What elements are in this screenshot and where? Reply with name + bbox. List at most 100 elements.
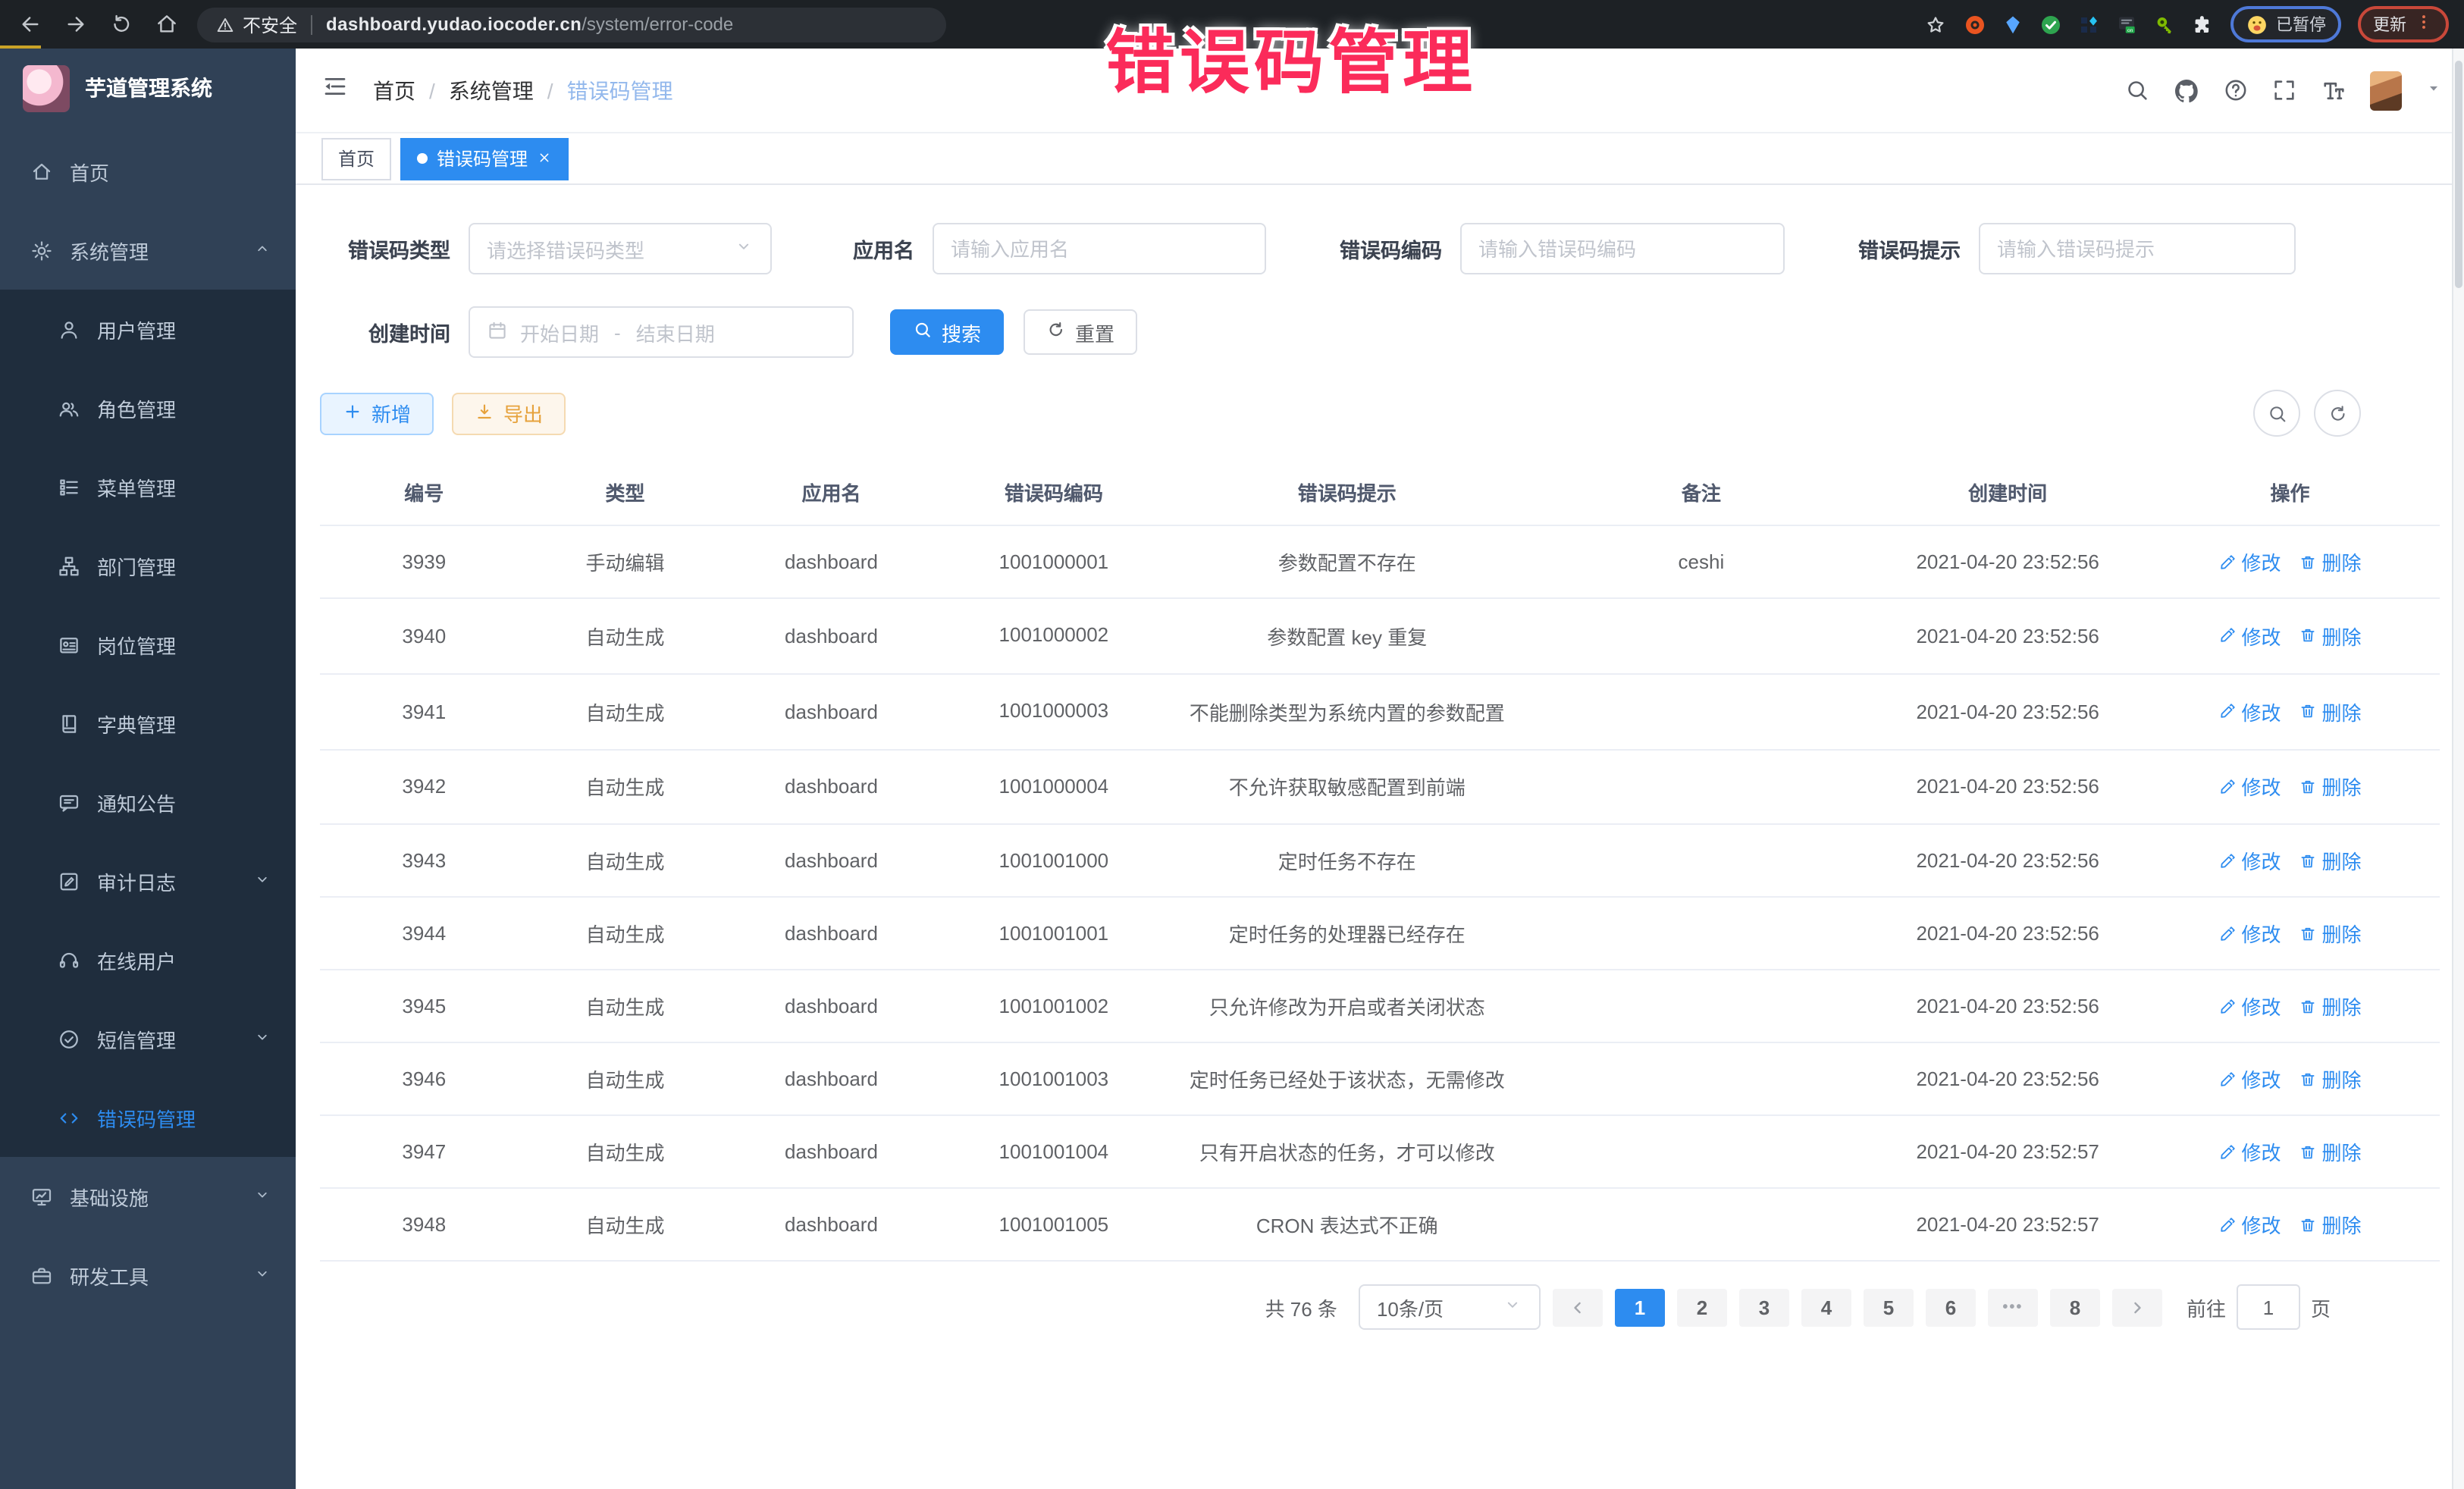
delete-link[interactable]: 删除 <box>2299 773 2361 801</box>
pencil-icon <box>2218 553 2237 571</box>
sidebar-item-dict[interactable]: 字典管理 <box>0 684 296 763</box>
page-button-2[interactable]: 2 <box>1677 1289 1727 1327</box>
github-icon[interactable] <box>2173 77 2200 104</box>
delete-link[interactable]: 删除 <box>2299 920 2361 948</box>
edit-link[interactable]: 修改 <box>2218 920 2281 948</box>
add-button[interactable]: 新增 <box>320 392 434 434</box>
reset-button[interactable]: 重置 <box>1024 309 1137 355</box>
sidebar-item-audit-log[interactable]: 审计日志 <box>0 842 296 920</box>
page-size-select[interactable]: 10条/页 <box>1359 1285 1541 1331</box>
error-code-input[interactable] <box>1460 223 1785 274</box>
edit-link[interactable]: 修改 <box>2218 1211 2281 1240</box>
edit-link[interactable]: 修改 <box>2218 1065 2281 1094</box>
key-ext-icon[interactable] <box>2153 13 2176 36</box>
edit-link[interactable]: 修改 <box>2218 847 2281 876</box>
show-search-button[interactable] <box>2253 390 2300 437</box>
kebab-icon[interactable] <box>2414 12 2434 32</box>
delete-link[interactable]: 删除 <box>2299 1138 2361 1167</box>
fullscreen-icon[interactable] <box>2271 77 2297 103</box>
browser-chrome: 不安全 dashboard.yudao.iocoder.cn/system/er… <box>0 0 2464 49</box>
sidebar-item-notice[interactable]: 通知公告 <box>0 763 296 842</box>
sidebar-item-error-code[interactable]: 错误码管理 <box>0 1078 296 1157</box>
green-check-ext-icon[interactable] <box>2039 13 2062 36</box>
search-icon[interactable] <box>2124 77 2150 103</box>
forward-icon[interactable] <box>64 12 88 36</box>
delete-link[interactable]: 删除 <box>2299 622 2361 650</box>
error-hint-input[interactable] <box>1979 223 2296 274</box>
id-badge-icon <box>58 633 80 656</box>
page-button-5[interactable]: 5 <box>1864 1289 1914 1327</box>
delete-link[interactable]: 删除 <box>2299 847 2361 876</box>
sidebar-item-system[interactable]: 系统管理 <box>0 211 296 290</box>
edit-link[interactable]: 修改 <box>2218 622 2281 650</box>
page-button-1[interactable]: 1 <box>1615 1289 1665 1327</box>
gem-ext-icon[interactable] <box>2002 13 2024 36</box>
gear-icon <box>30 239 53 262</box>
home-icon[interactable] <box>155 12 179 36</box>
breadcrumb-item[interactable]: 首页 <box>373 75 415 105</box>
error-type-select[interactable]: 请选择错误码类型 <box>469 223 772 274</box>
delete-link[interactable]: 删除 <box>2299 697 2361 726</box>
window-scrollbar[interactable] <box>2452 49 2464 1489</box>
edit-link[interactable]: 修改 <box>2218 1138 2281 1167</box>
sidebar-item-sms[interactable]: 短信管理 <box>0 999 296 1078</box>
tab-active[interactable]: 错误码管理 <box>400 137 569 180</box>
font-size-icon[interactable] <box>2320 77 2347 104</box>
delete-link[interactable]: 删除 <box>2299 992 2361 1021</box>
back-icon[interactable] <box>18 12 42 36</box>
sidebar-item-infra[interactable]: 基础设施 <box>0 1157 296 1236</box>
question-icon[interactable] <box>2223 77 2249 103</box>
sidebar-item-online-user[interactable]: 在线用户 <box>0 920 296 999</box>
next-page-button[interactable] <box>2112 1289 2162 1327</box>
page-ellipsis[interactable]: ••• <box>1988 1289 2038 1327</box>
hamburger-button[interactable] <box>321 73 349 108</box>
user-avatar[interactable] <box>2370 71 2402 110</box>
delete-link[interactable]: 删除 <box>2299 1065 2361 1094</box>
sidebar-item-label: 研发工具 <box>70 1261 149 1290</box>
tab-item[interactable]: 首页 <box>321 137 391 180</box>
page-button-6[interactable]: 6 <box>1926 1289 1976 1327</box>
onoff-ext-icon[interactable]: on <box>2115 13 2138 36</box>
date-range-picker[interactable]: 开始日期 - 结束日期 <box>469 306 854 358</box>
edit-link[interactable]: 修改 <box>2218 992 2281 1021</box>
delete-link[interactable]: 删除 <box>2299 547 2361 576</box>
table-row: 3947自动生成dashboard1001001004只有开启状态的任务，才可以… <box>320 1116 2440 1189</box>
prev-page-button[interactable] <box>1553 1289 1603 1327</box>
scrollbar-thumb[interactable] <box>2455 61 2462 288</box>
sidebar-item-menu[interactable]: 菜单管理 <box>0 447 296 526</box>
edit-link[interactable]: 修改 <box>2218 547 2281 576</box>
goto-page-input[interactable] <box>2237 1285 2300 1331</box>
address-bar[interactable]: 不安全 dashboard.yudao.iocoder.cn/system/er… <box>197 7 946 42</box>
sidebar-item-home[interactable]: 首页 <box>0 132 296 211</box>
cell-time: 2021-04-20 23:52:56 <box>1875 1043 2140 1116</box>
sidebar-item-dept[interactable]: 部门管理 <box>0 526 296 605</box>
search-button[interactable]: 搜索 <box>890 309 1004 355</box>
browser-profile-button[interactable]: 已暂停 <box>2230 6 2341 42</box>
refresh-table-button[interactable] <box>2314 390 2361 437</box>
app-name-input[interactable] <box>933 223 1266 274</box>
page-button-8[interactable]: 8 <box>2050 1289 2100 1327</box>
delete-link[interactable]: 删除 <box>2299 1211 2361 1240</box>
sidebar-item-post[interactable]: 岗位管理 <box>0 605 296 684</box>
page-button-3[interactable]: 3 <box>1739 1289 1789 1327</box>
cell-id: 3944 <box>320 898 528 970</box>
reload-icon[interactable] <box>109 12 133 36</box>
edit-link[interactable]: 修改 <box>2218 697 2281 726</box>
close-icon[interactable] <box>537 149 552 165</box>
page-button-4[interactable]: 4 <box>1801 1289 1851 1327</box>
sidebar-item-devtools[interactable]: 研发工具 <box>0 1236 296 1315</box>
edit-link[interactable]: 修改 <box>2218 773 2281 801</box>
browser-update-button[interactable]: 更新 <box>2358 6 2449 42</box>
sidebar-item-role[interactable]: 角色管理 <box>0 368 296 447</box>
export-button[interactable]: 导出 <box>452 392 566 434</box>
pencil-icon <box>2218 852 2237 870</box>
url-path: /system/error-code <box>582 14 733 35</box>
sidebar-item-user[interactable]: 用户管理 <box>0 290 296 368</box>
sidebar-logo-row[interactable]: 芋道管理系统 <box>0 49 296 127</box>
ubuntu-ext-icon[interactable] <box>1964 13 1986 36</box>
puzzle-ext-icon[interactable] <box>2191 13 2214 36</box>
caret-down-icon[interactable] <box>2425 78 2443 96</box>
star-icon[interactable] <box>1924 13 1947 36</box>
breadcrumb-item[interactable]: 系统管理 <box>449 75 534 105</box>
grid-ext-icon[interactable] <box>2077 13 2100 36</box>
